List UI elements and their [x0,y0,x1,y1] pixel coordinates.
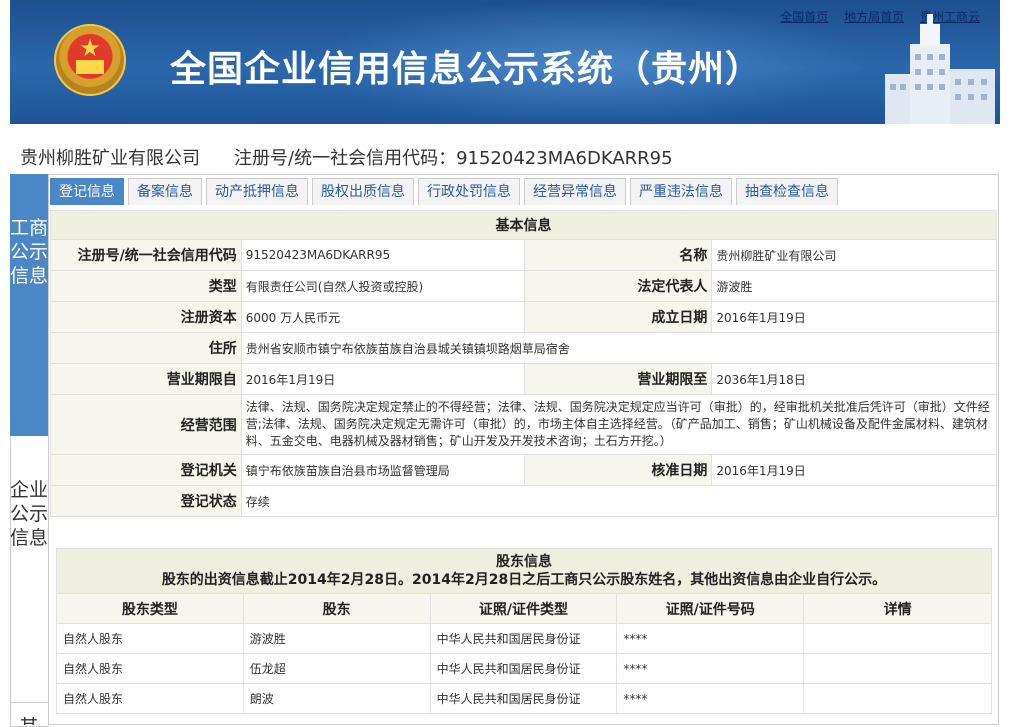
national-emblem-icon: ★ [54,24,126,96]
col-id-number: 证照/证件号码 [616,593,805,624]
legal-rep-label: 法定代表人 [523,270,713,302]
shareholder-id-type: 中华人民共和国居民身份证 [429,683,618,714]
type-value: 有限责任公司(自然人投资或控股) [240,270,525,302]
shareholder-id-type: 中华人民共和国居民身份证 [429,653,618,684]
tab-admin-penalty[interactable]: 行政处罚信息 [418,178,520,205]
col-detail: 详情 [803,593,992,624]
shareholder-id-number: **** [616,653,805,684]
basic-info-title: 基本信息 [50,210,997,240]
tab-spot-check[interactable]: 抽查检查信息 [736,178,838,205]
term-from-value: 2016年1月19日 [240,363,525,395]
shareholder-note: 股东的出资信息截止2014年2月28日。2014年2月28日之后工商只公示股东姓… [161,572,887,588]
col-id-type: 证照/证件类型 [429,593,618,624]
company-header: 贵州柳胜矿业有限公司 注册号/统一社会信用代码：91520423MA6DKARR9… [20,144,673,170]
shareholder-title: 股东信息 [496,554,552,570]
tab-serious-violation[interactable]: 严重违法信息 [630,178,732,205]
capital-value: 6000 万人民币元 [240,301,525,333]
reg-no-label: 注册号/统一社会信用代码 [50,239,242,271]
company-name: 贵州柳胜矿业有限公司 [20,148,200,169]
shareholder-type: 自然人股东 [56,623,244,654]
tab-equity-pledge[interactable]: 股权出质信息 [312,178,414,205]
table-row: 自然人股东 朗波 中华人民共和国居民身份证 **** [56,683,992,714]
building-icon [885,14,995,124]
table-row: 自然人股东 游波胜 中华人民共和国居民身份证 **** [56,623,992,654]
reg-label: 注册号/统一社会信用代码： [234,148,457,169]
tab-bar: 登记信息 备案信息 动产抵押信息 股权出质信息 行政处罚信息 经营异常信息 严重违法信息 抽查… [50,178,842,206]
found-date-value: 2016年1月19日 [711,301,997,333]
shareholder-type: 自然人股东 [56,653,244,684]
reg-number: 91520423MA6DKARR95 [456,148,673,169]
col-shareholder-type: 股东类型 [56,593,244,624]
col-shareholder: 股东 [242,593,431,624]
legal-rep-value: 游波胜 [711,270,997,302]
shareholder-type: 自然人股东 [56,683,244,714]
tab-registration[interactable]: 登记信息 [50,178,124,205]
shareholder-id-number: **** [616,683,805,714]
type-label: 类型 [50,270,242,302]
status-label: 登记状态 [50,485,242,517]
name-label: 名称 [523,239,713,271]
tab-filing[interactable]: 备案信息 [128,178,202,205]
sidenav-item-enterprise-disclosure[interactable]: 企业公示信息 [10,462,48,702]
authority-value: 镇宁布依族苗族自治县市场监督管理局 [240,454,525,486]
shareholder-detail[interactable] [803,653,992,684]
tab-chattel-mortgage[interactable]: 动产抵押信息 [206,178,308,205]
table-row: 自然人股东 伍龙超 中华人民共和国居民身份证 **** [56,653,992,684]
shareholder-name: 伍龙超 [242,653,431,684]
shareholder-name: 朗波 [242,683,431,714]
sidenav-item-other[interactable]: 其 [10,702,48,725]
authority-label: 登记机关 [50,454,242,486]
term-to-value: 2036年1月18日 [711,363,997,395]
name-value: 贵州柳胜矿业有限公司 [711,239,997,271]
status-value: 存续 [240,485,998,517]
shareholder-name: 游波胜 [242,623,431,654]
scope-value: 法律、法规、国务院决定规定禁止的不得经营；法律、法规、国务院决定规定应当许可（审… [240,394,998,455]
shareholder-table: 股东信息 股东的出资信息截止2014年2月28日。2014年2月28日之后工商只… [56,548,992,714]
found-date-label: 成立日期 [523,301,713,333]
tab-abnormal-operation[interactable]: 经营异常信息 [524,178,626,205]
address-value: 贵州省安顺市镇宁布依族苗族自治县城关镇镇坝路烟草局宿舍 [240,332,998,364]
approve-date-label: 核准日期 [523,454,713,486]
term-from-label: 营业期限自 [50,363,242,395]
scope-label: 经营范围 [50,394,242,455]
term-to-label: 营业期限至 [523,363,713,395]
shareholder-detail[interactable] [803,623,992,654]
basic-info-table: 基本信息 注册号/统一社会信用代码 91520423MA6DKARR95 名称 … [50,210,998,517]
shareholder-detail[interactable] [803,683,992,714]
address-label: 住所 [50,332,242,364]
shareholder-caption: 股东信息 股东的出资信息截止2014年2月28日。2014年2月28日之后工商只… [56,548,992,594]
shareholder-id-number: **** [616,623,805,654]
header-banner: ★ 全国企业信用信息公示系统（贵州） 全国首页 地方局首页 贵州工商云 [10,0,1000,124]
capital-label: 注册资本 [50,301,242,333]
approve-date-value: 2016年1月19日 [711,454,997,486]
shareholder-id-type: 中华人民共和国居民身份证 [429,623,618,654]
site-title: 全国企业信用信息公示系统（贵州） [170,49,763,90]
sidenav-item-business-disclosure[interactable]: 工商公示信息 [10,174,48,436]
reg-no-value: 91520423MA6DKARR95 [240,239,525,271]
link-national-home[interactable]: 全国首页 [780,10,828,24]
